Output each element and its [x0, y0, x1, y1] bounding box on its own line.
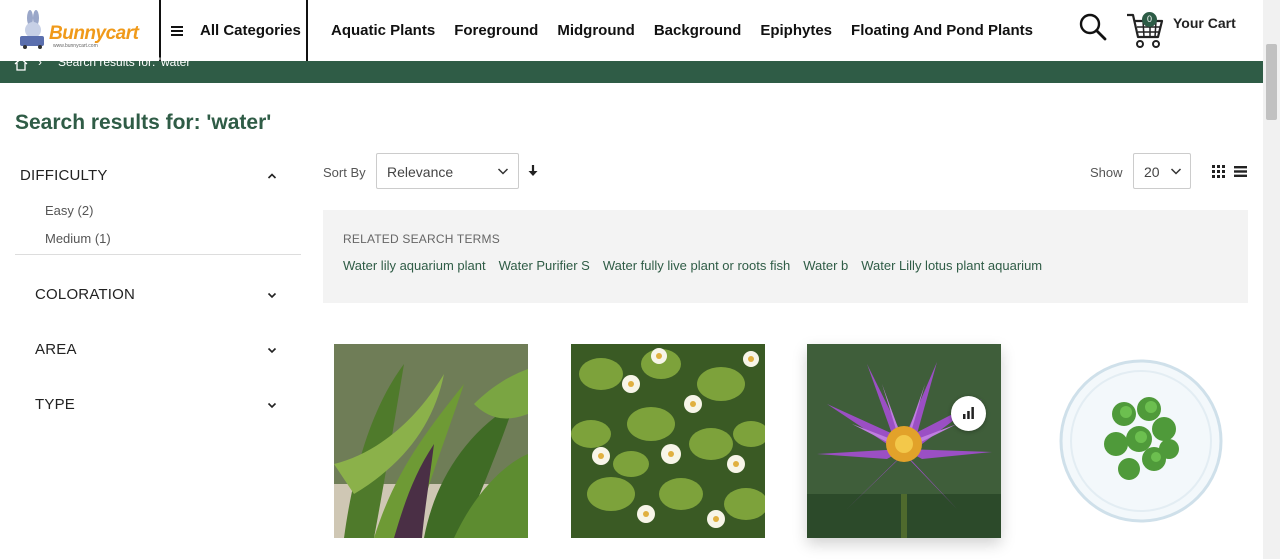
filter-divider	[15, 254, 301, 255]
product-image-floating-plant-cup	[1044, 344, 1238, 538]
related-term-link[interactable]: Water Purifier S	[499, 258, 590, 273]
sort-select-value: Relevance	[387, 164, 454, 180]
cart-count-badge: 0	[1142, 12, 1157, 27]
show-label: Show	[1090, 165, 1123, 180]
product-image[interactable]	[334, 344, 528, 538]
all-categories-label: All Categories	[200, 22, 301, 39]
related-term-link[interactable]: Water b	[803, 258, 848, 273]
hamburger-icon	[171, 24, 183, 38]
product-image-water-lily	[807, 344, 1001, 538]
breadcrumb-separator: ›	[38, 55, 42, 69]
related-term-link[interactable]: Water lily aquarium plant	[343, 258, 486, 273]
related-search-terms: RELATED SEARCH TERMS Water lily aquarium…	[323, 210, 1248, 303]
filter-option-medium[interactable]: Medium (1)	[45, 231, 111, 246]
limiter-select[interactable]: 20	[1133, 153, 1191, 189]
limiter-value: 20	[1144, 164, 1160, 180]
grid-view-icon[interactable]	[1212, 165, 1225, 178]
breadcrumb-current: Search results for: 'water'	[58, 55, 193, 69]
divider	[159, 0, 161, 61]
list-view-icon[interactable]	[1234, 165, 1247, 178]
page-title: Search results for: 'water'	[15, 111, 272, 134]
filter-difficulty-title[interactable]: DIFFICULTY	[20, 167, 108, 184]
filter-area-title[interactable]: AREA	[35, 341, 77, 358]
sort-by-label: Sort By	[323, 165, 366, 180]
cart-label[interactable]: Your Cart	[1173, 15, 1236, 31]
chevron-down-icon[interactable]	[267, 400, 277, 410]
nav-background[interactable]: Background	[654, 22, 742, 39]
related-terms-list: Water lily aquarium plant Water Purifier…	[343, 258, 1055, 273]
divider	[306, 0, 308, 61]
site-logo[interactable]: Bunnycart www.bunnycart.com	[16, 10, 139, 50]
sort-select[interactable]: Relevance	[376, 153, 519, 189]
scrollbar-thumb[interactable]	[1266, 44, 1277, 120]
compare-button[interactable]	[951, 396, 986, 431]
filter-coloration-title[interactable]: COLORATION	[35, 286, 135, 303]
chevron-down-icon[interactable]	[267, 345, 277, 355]
related-terms-title: RELATED SEARCH TERMS	[343, 232, 500, 246]
chevron-down-icon	[1170, 168, 1182, 175]
all-categories-button[interactable]: All Categories	[171, 0, 301, 61]
related-term-link[interactable]: Water fully live plant or roots fish	[603, 258, 790, 273]
home-icon[interactable]	[14, 57, 28, 71]
product-image[interactable]	[807, 344, 1001, 538]
product-image[interactable]	[1044, 344, 1238, 538]
nav-floating-pond-plants[interactable]: Floating And Pond Plants	[851, 22, 1033, 39]
nav-epiphytes[interactable]: Epiphytes	[760, 22, 832, 39]
product-image-plant-leaves	[334, 344, 528, 538]
nav-midground[interactable]: Midground	[557, 22, 634, 39]
main-nav: Aquatic Plants Foreground Midground Back…	[331, 0, 1052, 61]
chevron-up-icon[interactable]	[267, 171, 277, 181]
page-scrollbar[interactable]	[1263, 0, 1280, 559]
nav-aquatic-plants[interactable]: Aquatic Plants	[331, 22, 435, 39]
chevron-down-icon[interactable]	[267, 290, 277, 300]
related-term-link[interactable]: Water Lilly lotus plant aquarium	[861, 258, 1042, 273]
nav-foreground[interactable]: Foreground	[454, 22, 538, 39]
filter-option-easy[interactable]: Easy (2)	[45, 203, 93, 218]
compare-icon	[963, 407, 974, 419]
sort-direction-icon[interactable]	[527, 164, 539, 178]
breadcrumb: › Search results for: 'water'	[0, 55, 1263, 83]
product-image[interactable]	[571, 344, 765, 538]
product-image-water-poppy	[571, 344, 765, 538]
filter-type-title[interactable]: TYPE	[35, 396, 75, 413]
chevron-down-icon	[497, 168, 509, 175]
logo-subtext: www.bunnycart.com	[53, 43, 98, 49]
site-header: Bunnycart www.bunnycart.com All Categori…	[0, 0, 1263, 61]
logo-text: Bunnycart	[49, 23, 139, 44]
search-icon[interactable]	[1078, 12, 1108, 42]
